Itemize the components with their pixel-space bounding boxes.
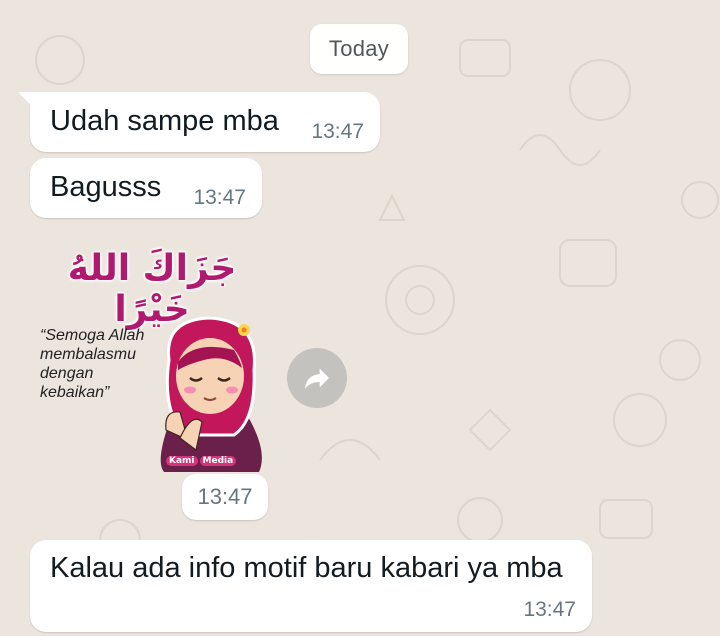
message-time: 13:47	[193, 186, 246, 209]
bubble-tail	[18, 92, 32, 106]
forward-button[interactable]	[287, 348, 347, 408]
message-time: 13:47	[311, 120, 364, 143]
chat-area[interactable]: Today Udah sampe mba 13:47 Bagusss 13:47…	[0, 0, 720, 636]
message-text: Udah sampe mba	[50, 105, 279, 137]
sticker-girl-illustration	[160, 316, 262, 472]
message-bubble[interactable]: Udah sampe mba 13:47	[18, 92, 380, 152]
sticker-message[interactable]: جَزَاكَ اللهُ خَيْرًا “Semoga Allah memb…	[24, 240, 274, 476]
message-text: Bagusss	[50, 171, 162, 203]
message-time: 13:47	[523, 598, 576, 621]
message-text: Kalau ada info motif baru kabari ya mba	[50, 552, 563, 584]
forward-arrow-icon	[305, 368, 329, 389]
date-chip: Today	[310, 24, 408, 74]
message-bubble[interactable]: Kalau ada info motif baru kabari ya mba …	[30, 540, 592, 632]
message-bubble[interactable]: Bagusss 13:47	[30, 158, 262, 218]
sticker-time: 13:47	[182, 474, 268, 520]
sticker-brand-logo: Kami Media	[164, 456, 237, 466]
